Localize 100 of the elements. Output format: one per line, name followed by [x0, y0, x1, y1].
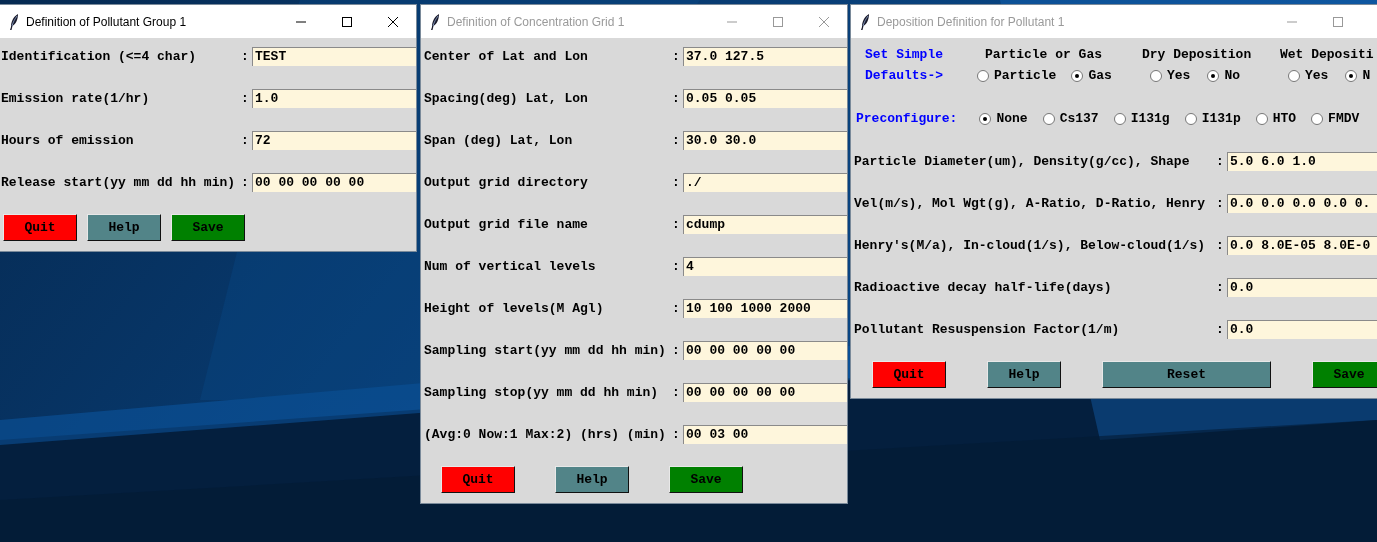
- field-label: Pollutant Resuspension Factor(1/m): [854, 322, 1121, 337]
- radio-label: Yes: [1305, 68, 1329, 83]
- reset-button[interactable]: Reset: [1102, 361, 1271, 388]
- colon-separator: :: [672, 427, 681, 442]
- field-label: Output grid file name: [424, 217, 589, 232]
- colon-separator: :: [672, 385, 681, 400]
- radio-button[interactable]: [1288, 69, 1300, 82]
- feather-icon: [431, 13, 440, 30]
- input-field[interactable]: TEST: [252, 47, 416, 66]
- radio-label: No: [1224, 68, 1240, 83]
- input-field[interactable]: 1.0: [252, 89, 416, 108]
- close-icon[interactable]: [388, 16, 398, 27]
- colon-separator: :: [241, 175, 250, 190]
- colon-separator: :: [672, 133, 681, 148]
- minimize-icon[interactable]: [296, 20, 306, 23]
- colon-separator: :: [672, 91, 681, 106]
- feather-icon: [10, 13, 19, 30]
- field-label: Radioactive decay half-life(days): [854, 280, 1113, 295]
- radio-button[interactable]: [1150, 69, 1162, 82]
- field-label: Center of Lat and Lon: [424, 49, 589, 64]
- save-button[interactable]: Save: [1312, 361, 1377, 388]
- colon-separator: :: [1216, 238, 1225, 253]
- radio-button[interactable]: [1113, 112, 1126, 125]
- quit-button[interactable]: Quit: [441, 466, 515, 493]
- input-field[interactable]: 0.0 0.0 0.0 0.0 0.: [1227, 194, 1377, 213]
- field-label: Release start(yy mm dd hh min): [1, 175, 237, 190]
- input-field[interactable]: 0.0: [1227, 320, 1377, 339]
- input-field[interactable]: 00 00 00 00 00: [252, 173, 416, 192]
- radio-button[interactable]: [1255, 112, 1268, 125]
- input-field[interactable]: 72: [252, 131, 416, 150]
- radio-button[interactable]: [1345, 69, 1358, 82]
- input-field[interactable]: 10 100 1000 2000: [683, 299, 847, 318]
- defaults-label: Defaults->: [864, 68, 944, 83]
- colon-separator: :: [241, 91, 250, 106]
- defaults-label: Set Simple: [864, 47, 944, 62]
- input-field[interactable]: 0.0 8.0E-05 8.0E-0: [1227, 236, 1377, 255]
- input-field[interactable]: 00 03 00: [683, 425, 847, 444]
- field-label: Vel(m/s), Mol Wgt(g), A-Ratio, D-Ratio, Henry: [854, 196, 1207, 211]
- colon-separator: :: [672, 343, 681, 358]
- radio-label: I131p: [1201, 111, 1241, 126]
- colon-separator: :: [672, 217, 681, 232]
- colon-separator: :: [1216, 280, 1225, 295]
- field-label: Output grid directory: [424, 175, 589, 190]
- field-label: Sampling stop(yy mm dd hh min): [424, 385, 660, 400]
- input-field[interactable]: 0.0: [1227, 278, 1377, 297]
- field-label: Particle Diameter(um), Density(g/cc), Shape: [854, 154, 1191, 169]
- radio-button[interactable]: [1042, 112, 1055, 125]
- radio-label: I131g: [1130, 111, 1170, 126]
- radio-button[interactable]: [1184, 112, 1197, 125]
- field-label: Num of vertical levels: [424, 259, 597, 274]
- help-button[interactable]: Help: [87, 214, 161, 241]
- input-field[interactable]: 30.0 30.0: [683, 131, 847, 150]
- radio-button[interactable]: [1311, 112, 1324, 125]
- radio-label: N: [1362, 68, 1371, 83]
- radio-button[interactable]: [977, 69, 989, 82]
- colon-separator: :: [672, 49, 681, 64]
- colon-separator: :: [672, 301, 681, 316]
- field-label: Spacing(deg) Lat, Lon: [424, 91, 589, 106]
- input-field[interactable]: 00 00 00 00 00: [683, 341, 847, 360]
- colon-separator: :: [241, 49, 250, 64]
- field-label: Span (deg) Lat, Lon: [424, 133, 574, 148]
- radio-label: Particle: [994, 68, 1057, 83]
- save-button[interactable]: Save: [669, 466, 743, 493]
- group-title: Wet Depositi: [1280, 47, 1375, 62]
- radio-label: None: [996, 111, 1028, 126]
- help-button[interactable]: Help: [987, 361, 1061, 388]
- field-label: (Avg:0 Now:1 Max:2) (hrs) (min): [424, 427, 667, 442]
- group-title: Particle or Gas: [984, 47, 1104, 62]
- quit-button[interactable]: Quit: [3, 214, 77, 241]
- radio-button[interactable]: [1207, 69, 1220, 82]
- radio-label: Gas: [1088, 68, 1112, 83]
- colon-separator: :: [1216, 322, 1225, 337]
- colon-separator: :: [1216, 154, 1225, 169]
- window-title: Definition of Pollutant Group 1: [26, 14, 187, 29]
- field-label: Henry's(M/a), In-cloud(1/s), Below-cloud(1/s): [854, 238, 1207, 253]
- input-field[interactable]: 5.0 6.0 1.0: [1227, 152, 1377, 171]
- radio-label: Yes: [1167, 68, 1191, 83]
- field-label: Emission rate(1/hr): [1, 91, 151, 106]
- colon-separator: :: [241, 133, 250, 148]
- maximize-icon[interactable]: [342, 16, 352, 27]
- colon-separator: :: [672, 259, 681, 274]
- quit-button[interactable]: Quit: [872, 361, 946, 388]
- input-field[interactable]: ./: [683, 173, 847, 192]
- field-label: Height of levels(M Agl): [424, 301, 605, 316]
- input-field[interactable]: cdump: [683, 215, 847, 234]
- preconfigure-label: Preconfigure:: [856, 111, 958, 126]
- save-button[interactable]: Save: [171, 214, 245, 241]
- radio-label: HTO: [1272, 111, 1297, 126]
- window-title: Definition of Concentration Grid 1: [447, 14, 625, 29]
- radio-label: Cs137: [1059, 111, 1099, 126]
- input-field[interactable]: 0.05 0.05: [683, 89, 847, 108]
- input-field[interactable]: 37.0 127.5: [683, 47, 847, 66]
- radio-button[interactable]: [979, 112, 992, 125]
- window-title: Deposition Definition for Pollutant 1: [877, 14, 1065, 29]
- help-button[interactable]: Help: [555, 466, 629, 493]
- input-field[interactable]: 00 00 00 00 00: [683, 383, 847, 402]
- radio-button[interactable]: [1071, 69, 1084, 82]
- field-label: Hours of emission: [1, 133, 135, 148]
- input-field[interactable]: 4: [683, 257, 847, 276]
- colon-separator: :: [672, 175, 681, 190]
